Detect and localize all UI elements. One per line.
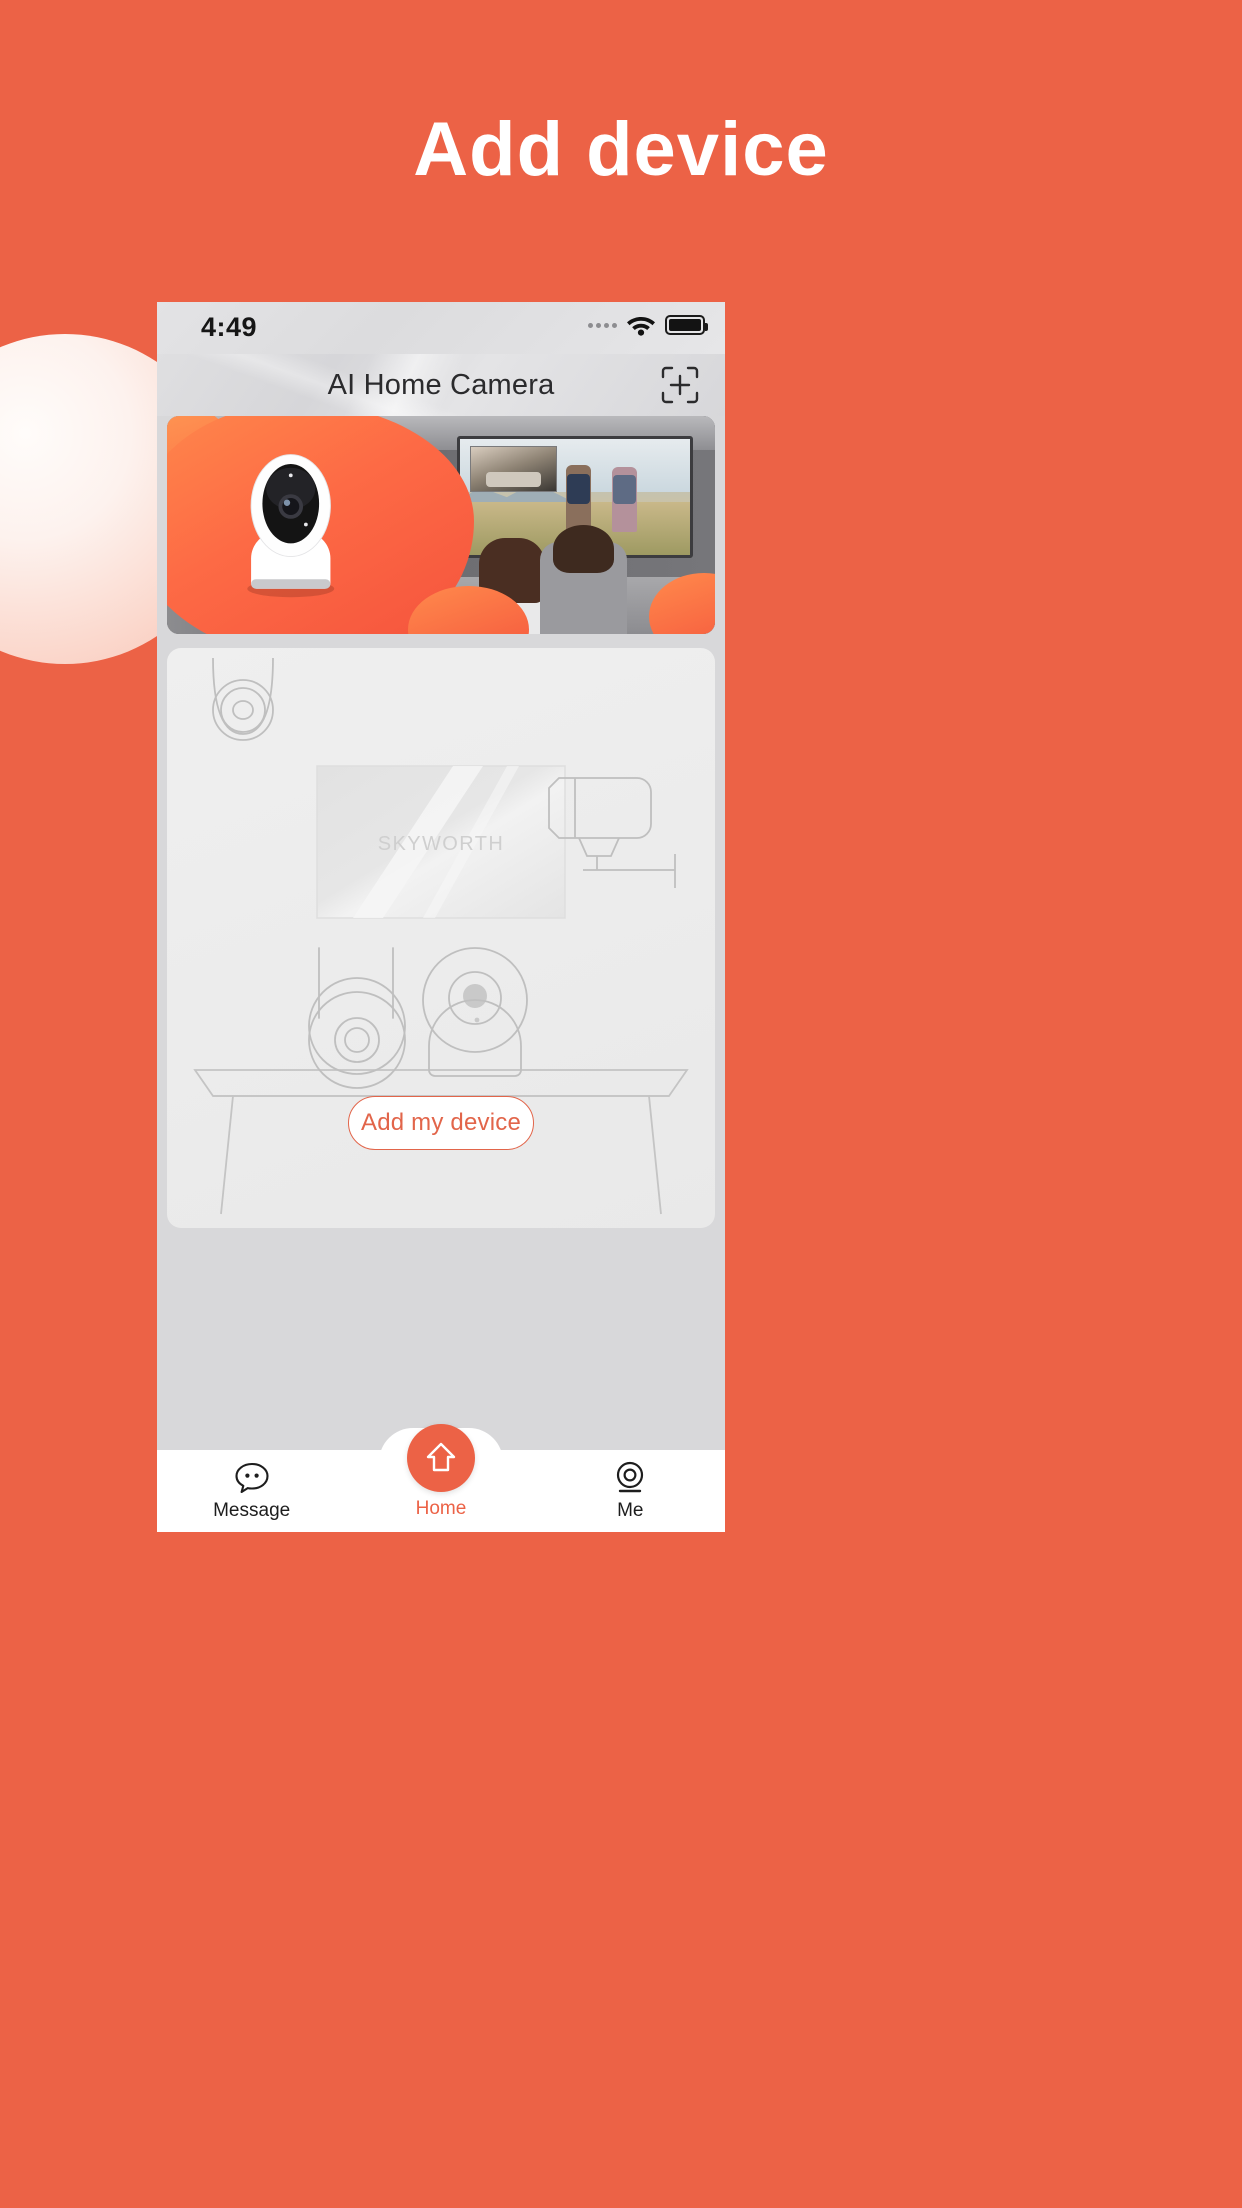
desk-camera-icon — [422, 947, 528, 1077]
app-title: AI Home Camera — [327, 368, 555, 401]
status-bar-indicators — [588, 314, 708, 336]
add-my-device-button[interactable]: Add my device — [348, 1096, 534, 1150]
message-bubble-icon — [234, 1460, 270, 1496]
battery-full-icon — [665, 315, 708, 335]
status-bar-time: 4:49 — [201, 312, 258, 342]
signal-dots-icon — [588, 322, 617, 328]
home-icon[interactable] — [406, 1424, 475, 1492]
profile-icon — [613, 1460, 647, 1496]
phone-mockup: 4:49 AI Home Camera SKYWORTH Add my devi… — [157, 302, 725, 1532]
antenna-camera-icon — [308, 947, 406, 1089]
page-root: Add device 4:49 AI Home Camera SKYWORTH … — [0, 0, 1242, 2208]
page-title: Add device — [413, 107, 829, 192]
banner-person-man-hair — [553, 525, 614, 573]
bottom-tab-bar: Message Home Me — [157, 1424, 725, 1532]
tv-brand-label: SKYWORTH — [378, 833, 504, 855]
bullet-camera-icon — [548, 777, 676, 888]
tab-me[interactable]: Me — [536, 1450, 725, 1532]
tab-message[interactable]: Message — [157, 1450, 346, 1532]
security-camera-icon — [225, 447, 357, 617]
tab-home-label: Home — [415, 1498, 467, 1519]
tab-home[interactable]: Home — [346, 1424, 535, 1532]
empty-state-card: SKYWORTH Add my device — [167, 648, 715, 1228]
status-bar: 4:49 — [157, 302, 725, 354]
ceiling-dome-camera-icon — [212, 657, 274, 741]
banner-pip-window — [469, 445, 557, 493]
scan-add-icon[interactable] — [659, 364, 701, 406]
wifi-icon — [626, 314, 656, 336]
promo-banner[interactable] — [167, 416, 715, 634]
tab-message-label: Message — [213, 1500, 291, 1521]
tab-me-label: Me — [617, 1500, 644, 1521]
app-header: AI Home Camera — [157, 354, 725, 416]
